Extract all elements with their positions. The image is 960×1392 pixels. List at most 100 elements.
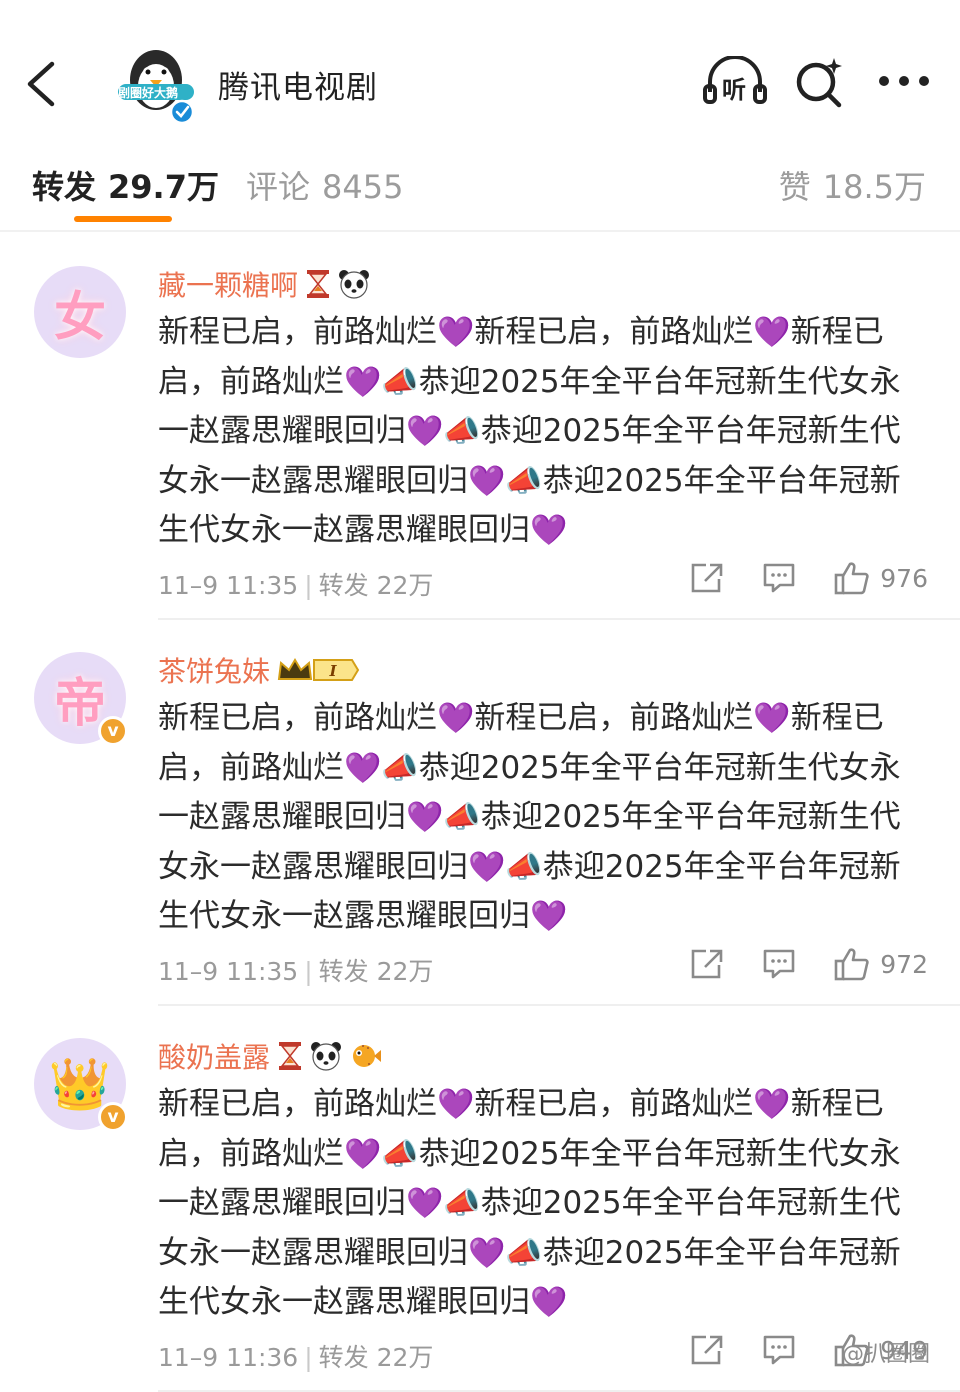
purple-heart-emoji: 💜	[753, 315, 791, 350]
tab-like[interactable]: 赞 18.5万	[779, 162, 926, 208]
repost-count: 转发 22万	[318, 957, 434, 986]
like-count: 976	[880, 563, 928, 593]
repost-count: 转发 22万	[318, 1343, 434, 1372]
verified-badge: v	[98, 1102, 128, 1132]
panda-emoji-icon	[311, 1041, 342, 1071]
svg-text:I: I	[329, 662, 338, 680]
purple-heart-emoji: 💜	[468, 463, 506, 499]
tab-like-label: 赞	[778, 168, 811, 206]
meta-separator: |	[304, 1343, 313, 1372]
username-row: 酸奶盖露	[158, 1036, 382, 1078]
user-avatar[interactable]: 女	[34, 266, 126, 358]
active-tab-indicator	[74, 216, 172, 222]
username[interactable]: 藏一颗糖啊	[158, 269, 298, 302]
megaphone-emoji: 📣	[505, 463, 543, 499]
username-row: 藏一颗糖啊	[158, 264, 370, 306]
text-segment: 新程已启，前路灿烂	[474, 314, 754, 350]
account-name[interactable]: 腾讯电视剧	[218, 62, 378, 107]
purple-heart-emoji: 💜	[406, 414, 444, 449]
account-avatar[interactable]	[112, 40, 200, 126]
megaphone-emoji: 📣	[505, 849, 543, 885]
panda-emoji	[310, 1041, 342, 1078]
repost-meta: 11–9 11:35 | 转发 22万	[158, 566, 433, 602]
pufferfish-emoji-icon	[353, 1044, 382, 1067]
megaphone-emoji: 📣	[443, 800, 481, 835]
purple-heart-emoji: 💜	[437, 1087, 475, 1122]
repost-item[interactable]: 👑 v 酸奶盖露 新程已启，前路灿烂💜新程已启，前路灿烂💜新程已启，前路灿烂💜📣…	[0, 1004, 960, 1392]
text-segment: 新程已启，前路灿烂	[158, 1086, 437, 1122]
search-icon[interactable]	[794, 56, 846, 108]
listen-label: 听	[722, 76, 746, 104]
share-icon	[691, 949, 723, 979]
user-emblems	[298, 269, 370, 302]
tab-comment-count: 8455	[322, 168, 404, 206]
top-bar: 剧圈好大鹅 腾讯电视剧 听	[0, 0, 960, 132]
repost-text: 新程已启，前路灿烂💜新程已启，前路灿烂💜新程已启，前路灿烂💜📣恭迎2025年全平…	[158, 1080, 928, 1328]
watermark: @扒圈圈	[841, 1342, 930, 1367]
megaphone-emoji: 📣	[381, 1136, 419, 1172]
repost-meta: 11–9 11:36 | 转发 22万	[158, 1338, 433, 1374]
purple-heart-emoji: 💜	[530, 513, 568, 548]
megaphone-emoji: 📣	[505, 1235, 543, 1271]
share-icon	[691, 1335, 723, 1365]
comment-button[interactable]	[762, 562, 796, 594]
comment-button[interactable]	[762, 1334, 796, 1366]
share-button[interactable]	[690, 948, 724, 980]
more-options-icon[interactable]	[878, 74, 930, 88]
share-button[interactable]	[690, 1334, 724, 1366]
purple-heart-emoji: 💜	[468, 1235, 506, 1271]
purple-heart-emoji: 💜	[344, 750, 382, 786]
thumbs-up-icon	[834, 562, 869, 595]
timestamp: 11–9 11:35	[158, 571, 299, 600]
crown-level-badge: I	[276, 655, 360, 692]
tab-repost-label: 转发	[32, 168, 97, 206]
crown-level-badge-icon: I	[277, 657, 360, 681]
megaphone-emoji: 📣	[443, 1186, 481, 1221]
like-button[interactable]: 972	[834, 947, 928, 981]
repost-count: 转发 22万	[318, 571, 434, 600]
megaphone-emoji: 📣	[381, 364, 419, 400]
tab-comment-label: 评论	[246, 168, 311, 206]
user-emblems: I	[270, 655, 360, 688]
hourglass-emoji-icon	[307, 269, 330, 298]
panda-emoji-icon	[339, 269, 370, 299]
username[interactable]: 茶饼兔妹	[158, 655, 270, 688]
comment-button[interactable]	[762, 948, 796, 980]
comment-icon	[763, 563, 795, 593]
purple-heart-emoji: 💜	[344, 1136, 382, 1172]
tab-like-count: 18.5万	[822, 168, 926, 206]
repost-item[interactable]: 女 藏一颗糖啊 新程已启，前路灿烂💜新程已启，前路灿烂💜新程已启，前路灿烂💜📣恭…	[0, 232, 960, 620]
hourglass-emoji	[276, 1041, 304, 1078]
share-icon	[691, 563, 723, 593]
back-arrow-icon[interactable]	[22, 58, 62, 110]
purple-heart-emoji: 💜	[344, 364, 382, 400]
text-segment: 新程已启，前路灿烂	[474, 1086, 754, 1122]
avatar-caption: 剧圈好大鹅	[118, 86, 179, 100]
repost-item[interactable]: 帝 v 茶饼兔妹 I 新程已启，前路灿烂💜新程已启，前路灿烂💜新程已启，前路灿烂💜…	[0, 618, 960, 1006]
panda-emoji	[338, 269, 370, 306]
username-row: 茶饼兔妹 I	[158, 650, 360, 692]
purple-heart-emoji: 💜	[406, 1186, 444, 1221]
megaphone-emoji: 📣	[443, 414, 481, 449]
listen-button[interactable]: 听	[702, 55, 768, 110]
timestamp: 11–9 11:35	[158, 957, 299, 986]
share-button[interactable]	[690, 562, 724, 594]
comment-icon	[763, 1335, 795, 1365]
like-button[interactable]: 976	[834, 561, 928, 595]
meta-separator: |	[304, 571, 313, 600]
text-segment: 新程已启，前路灿烂	[158, 700, 437, 736]
text-segment: 新程已启，前路灿烂	[158, 314, 437, 350]
username[interactable]: 酸奶盖露	[158, 1041, 270, 1074]
tab-comment[interactable]: 评论 8455	[246, 162, 403, 208]
tab-repost-count: 29.7万	[108, 168, 219, 206]
repost-text: 新程已启，前路灿烂💜新程已启，前路灿烂💜新程已启，前路灿烂💜📣恭迎2025年全平…	[158, 694, 928, 942]
purple-heart-emoji: 💜	[753, 1087, 791, 1122]
interaction-tabs: 转发 29.7万 评论 8455 赞 18.5万	[0, 132, 960, 232]
action-bar: 972	[652, 944, 928, 984]
like-count: 972	[880, 949, 928, 979]
purple-heart-emoji: 💜	[530, 899, 568, 934]
purple-heart-emoji: 💜	[530, 1285, 568, 1320]
tab-repost[interactable]: 转发 29.7万	[32, 162, 219, 208]
purple-heart-emoji: 💜	[437, 315, 475, 350]
comment-icon	[763, 949, 795, 979]
